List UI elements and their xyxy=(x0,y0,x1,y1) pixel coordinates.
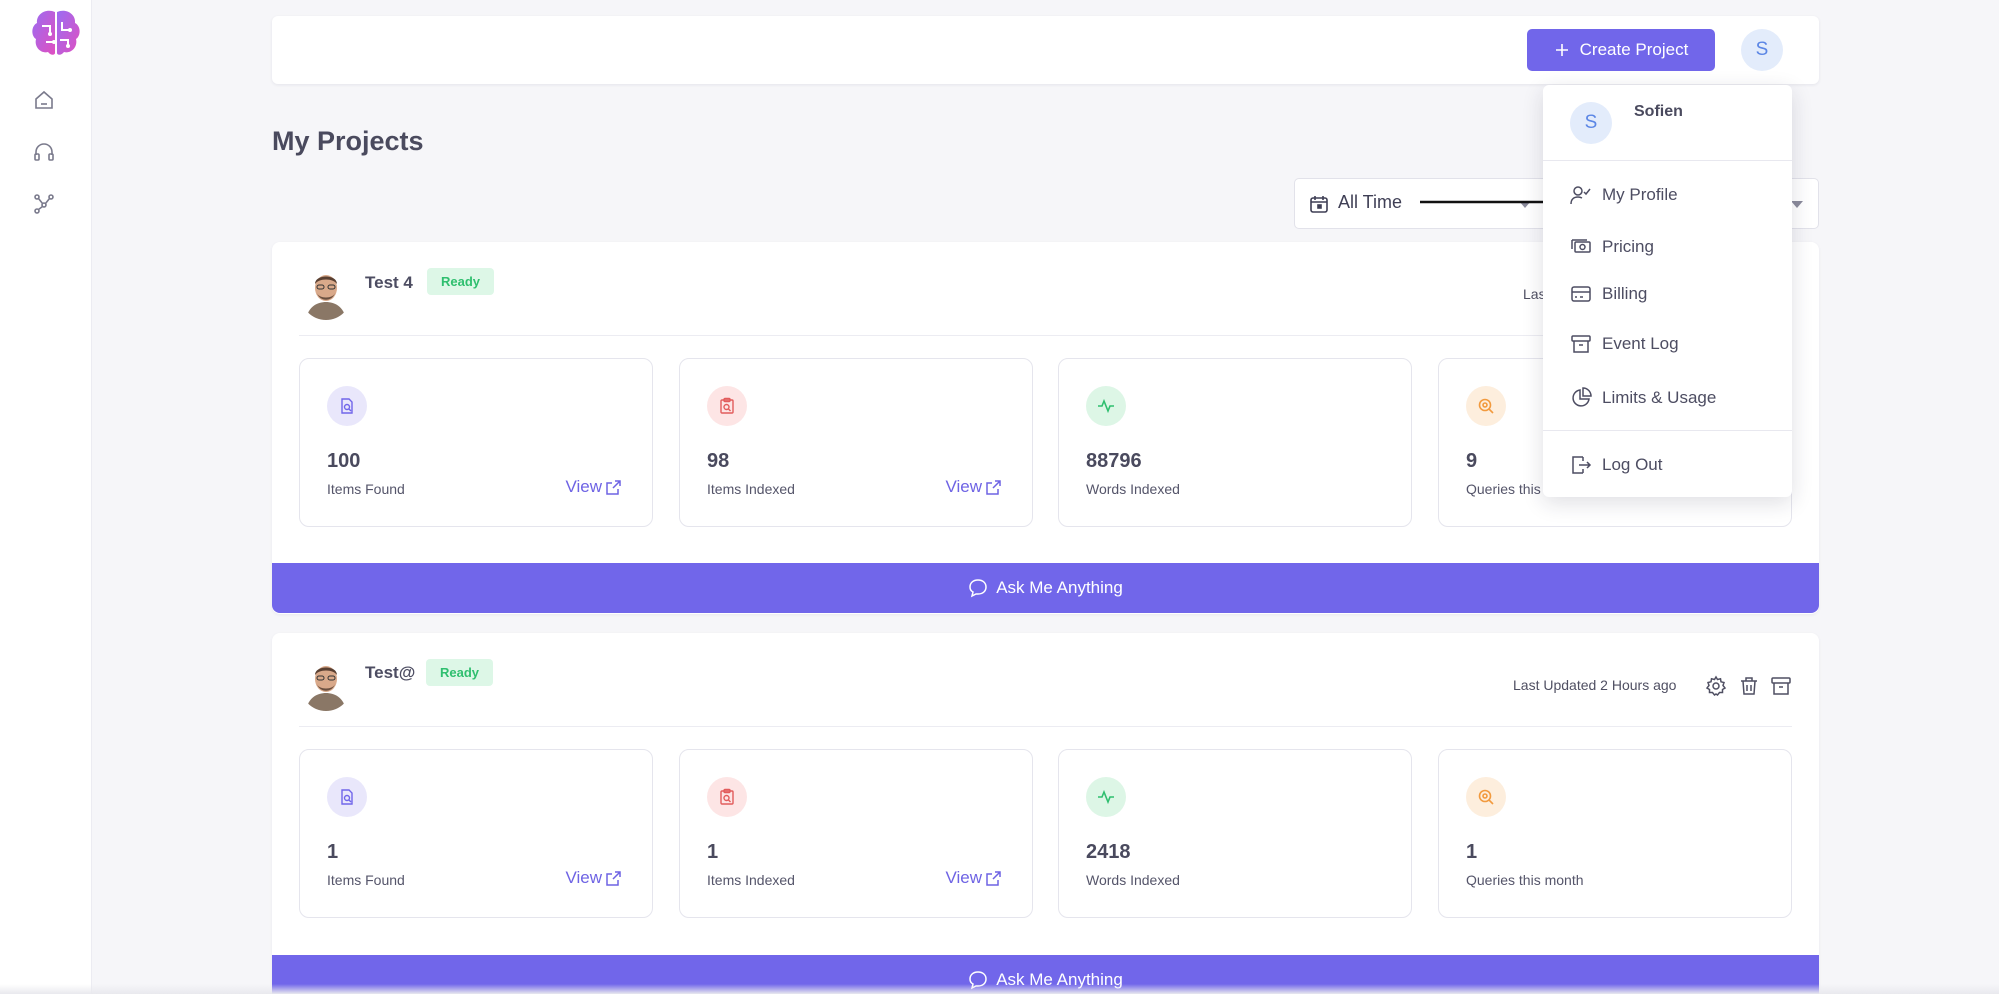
archive-box-icon xyxy=(1571,335,1591,353)
stat-card-items-indexed: 1 Items Indexed View xyxy=(679,749,1033,918)
view-link-label: View xyxy=(565,477,602,496)
external-link-icon xyxy=(986,870,1001,886)
stat-label: Items Indexed xyxy=(707,481,795,497)
archive-icon[interactable] xyxy=(1770,675,1792,697)
zoom-search-icon xyxy=(1466,777,1506,817)
menu-item-label: Billing xyxy=(1602,284,1648,303)
file-search-icon xyxy=(327,386,367,426)
brain-logo-icon[interactable] xyxy=(28,6,84,60)
divider xyxy=(1543,160,1792,161)
stat-label: Items Found xyxy=(327,481,405,497)
stat-value: 88796 xyxy=(1086,450,1142,472)
menu-item-label: Log Out xyxy=(1602,455,1663,474)
stat-label: Queries this month xyxy=(1466,872,1584,888)
menu-item-limits-usage[interactable]: Limits & Usage xyxy=(1570,387,1716,409)
menu-item-label: Pricing xyxy=(1602,237,1654,256)
user-check-icon xyxy=(1570,186,1591,205)
view-link[interactable]: View xyxy=(945,868,1002,888)
stat-card-queries: 1 Queries this month xyxy=(1438,749,1792,918)
menu-item-event-log[interactable]: Event Log xyxy=(1570,333,1679,355)
view-link[interactable]: View xyxy=(565,868,622,888)
menu-item-my-profile[interactable]: My Profile xyxy=(1570,184,1678,206)
plus-icon xyxy=(1555,44,1568,56)
chevron-down-icon xyxy=(1791,201,1803,208)
headphones-icon[interactable] xyxy=(32,140,56,164)
stat-value: 1 xyxy=(1466,841,1478,863)
stat-label: Words Indexed xyxy=(1086,872,1180,888)
view-link-label: View xyxy=(565,868,602,887)
clipboard-search-icon xyxy=(707,386,747,426)
user-menu-avatar: S xyxy=(1570,102,1612,144)
credit-card-icon xyxy=(1571,286,1591,302)
status-badge: Ready xyxy=(427,268,495,295)
stat-label: Items Found xyxy=(327,872,405,888)
file-search-icon xyxy=(327,777,367,817)
home-icon[interactable] xyxy=(32,88,56,112)
view-link[interactable]: View xyxy=(945,477,1002,497)
stat-card-items-found: 100 Items Found View xyxy=(299,358,653,527)
project-avatar xyxy=(300,657,352,711)
stat-value: 9 xyxy=(1466,450,1478,472)
stat-value: 100 xyxy=(327,450,361,472)
trash-icon[interactable] xyxy=(1738,675,1760,697)
menu-item-label: Event Log xyxy=(1602,334,1679,353)
user-menu-avatar-initial: S xyxy=(1584,112,1598,133)
menu-item-log-out[interactable]: Log Out xyxy=(1570,454,1663,476)
clipboard-search-icon xyxy=(707,777,747,817)
stat-label: Words Indexed xyxy=(1086,481,1180,497)
stat-value: 98 xyxy=(707,450,730,472)
chat-bubble-icon xyxy=(969,579,987,598)
user-name: Sofien xyxy=(1634,103,1683,120)
project-avatar xyxy=(300,266,352,320)
external-link-icon xyxy=(986,479,1001,495)
menu-item-label: My Profile xyxy=(1602,185,1678,204)
divider xyxy=(299,726,1792,727)
date-range-value: All Time xyxy=(1338,192,1403,212)
user-menu-dropdown: S Sofien My Profile Pricing Billing Even… xyxy=(1543,85,1792,497)
cash-icon xyxy=(1571,239,1591,253)
external-link-icon xyxy=(606,870,621,886)
project-name[interactable]: Test@ xyxy=(365,663,415,683)
page-title: My Projects xyxy=(272,126,424,156)
stat-card-words-indexed: 2418 Words Indexed xyxy=(1058,749,1412,918)
create-project-button[interactable]: Create Project xyxy=(1527,29,1715,71)
view-link-label: View xyxy=(945,868,982,887)
stat-card-items-indexed: 98 Items Indexed View xyxy=(679,358,1033,527)
stat-card-words-indexed: 88796 Words Indexed xyxy=(1058,358,1412,527)
project-name[interactable]: Test 4 xyxy=(365,273,413,293)
menu-item-label: Limits & Usage xyxy=(1602,388,1717,407)
bottom-shadow xyxy=(0,984,1999,994)
menu-item-pricing[interactable]: Pricing xyxy=(1570,236,1654,258)
integrations-icon[interactable] xyxy=(32,192,56,216)
project-card: Test@ Ready Last Updated 2 Hours ago 1 I… xyxy=(272,633,1819,994)
user-avatar-initial: S xyxy=(1755,39,1769,60)
stat-label: Items Indexed xyxy=(707,872,795,888)
last-updated-text: Last Updated 2 Hours ago xyxy=(1513,677,1677,693)
stat-value: 2418 xyxy=(1086,841,1131,863)
user-avatar-button[interactable]: S xyxy=(1741,29,1783,71)
create-project-label: Create Project xyxy=(1579,40,1689,59)
divider xyxy=(1543,430,1792,431)
ask-me-anything-button[interactable]: Ask Me Anything xyxy=(272,563,1819,613)
status-badge: Ready xyxy=(426,659,494,686)
external-link-icon xyxy=(606,479,621,495)
menu-item-billing[interactable]: Billing xyxy=(1570,283,1647,305)
activity-icon xyxy=(1086,777,1126,817)
zoom-search-icon xyxy=(1466,386,1506,426)
stat-value: 1 xyxy=(327,841,339,863)
calendar-icon xyxy=(1310,196,1328,213)
gear-icon[interactable] xyxy=(1705,675,1727,697)
ask-me-anything-label: Ask Me Anything xyxy=(996,578,1123,597)
sidebar xyxy=(0,0,92,994)
view-link-label: View xyxy=(945,477,982,496)
stat-label: Queries this xyxy=(1466,481,1541,497)
pie-chart-icon xyxy=(1572,387,1592,407)
stat-value: 1 xyxy=(707,841,719,863)
logout-icon xyxy=(1572,456,1592,474)
activity-icon xyxy=(1086,386,1126,426)
view-link[interactable]: View xyxy=(565,477,622,497)
stat-card-items-found: 1 Items Found View xyxy=(299,749,653,918)
